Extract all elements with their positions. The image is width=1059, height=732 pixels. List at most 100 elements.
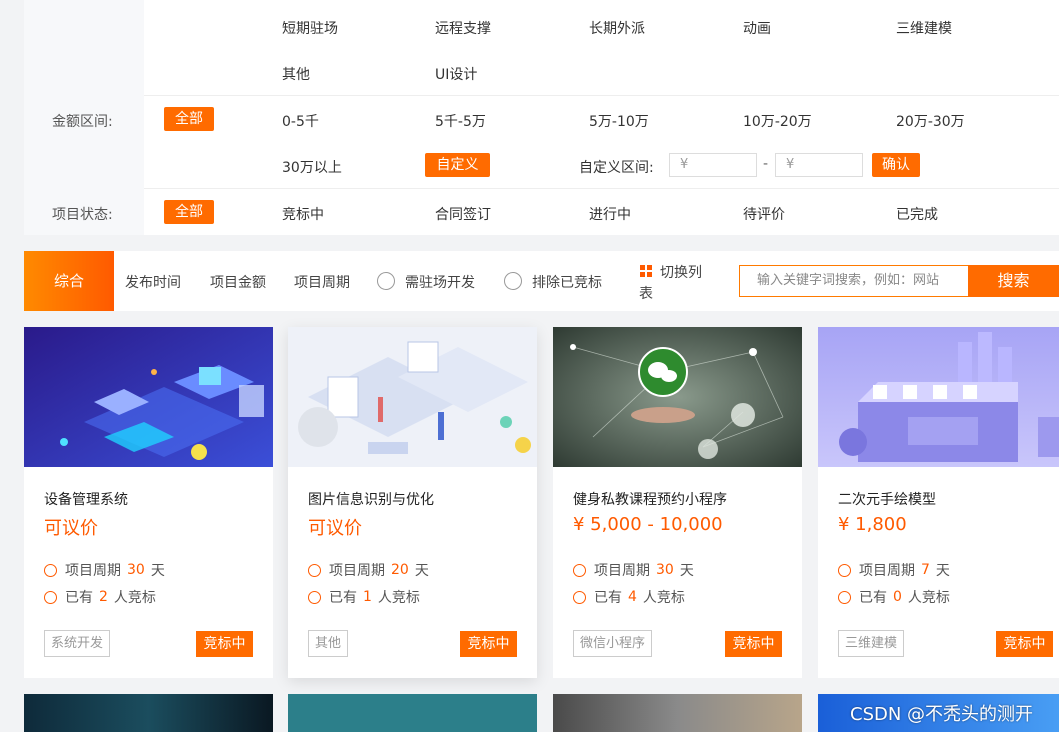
period-label: 项目周期 [859, 563, 915, 579]
card-image-device-management[interactable] [24, 327, 273, 467]
amount-all-button[interactable]: 全部 [164, 107, 214, 131]
card-period: 项目周期 30 天 [44, 560, 165, 580]
period-label: 项目周期 [65, 563, 121, 579]
period-value: 30 [127, 562, 145, 578]
card-image-partial[interactable] [553, 694, 802, 732]
bid-icon [838, 590, 851, 604]
card-image-partial[interactable] [288, 694, 537, 732]
status-badge: 竞标中 [460, 631, 517, 657]
card-period: 项目周期 7 天 [838, 560, 950, 580]
period-unit: 天 [150, 563, 165, 579]
card-price: ¥ 1,800 [838, 514, 907, 535]
divider [144, 188, 1059, 189]
sort-toolbar: 综合 发布时间 项目金额 项目周期 需驻场开发 排除已竞标 切换列 表 输入关键… [24, 251, 1059, 311]
amount-option[interactable]: 10万-20万 [743, 111, 812, 131]
project-card[interactable]: 二次元手绘模型 ¥ 1,800 项目周期 7 天 已有 0 人竞标 三维建模 竞… [818, 327, 1059, 678]
status-badge: 竞标中 [196, 631, 253, 657]
confirm-range-button[interactable]: 确认 [872, 153, 920, 177]
list-view-icon[interactable] [640, 265, 652, 277]
card-image-image-recognition[interactable] [288, 327, 537, 467]
filter-type-ui[interactable]: UI设计 [435, 64, 477, 84]
card-image-partial[interactable] [24, 694, 273, 732]
card-image-anime-model[interactable] [818, 327, 1059, 467]
card-title[interactable]: 图片信息识别与优化 [308, 489, 434, 509]
category-tag[interactable]: 微信小程序 [573, 630, 653, 657]
category-tag[interactable]: 其他 [308, 630, 349, 657]
filter-type-remote[interactable]: 远程支撑 [435, 18, 491, 38]
filter-type-short-onsite[interactable]: 短期驻场 [282, 18, 338, 38]
exclude-bid-radio[interactable] [504, 272, 522, 290]
switch-list-label[interactable]: 切换列 [660, 262, 702, 282]
card-image-fitness-miniprogram[interactable] [553, 327, 802, 467]
filter-type-3d[interactable]: 三维建模 [896, 18, 952, 38]
card-bidders: 已有 0 人竞标 [838, 587, 950, 607]
status-option-contract[interactable]: 合同签订 [435, 204, 491, 224]
switch-list-label-2[interactable]: 表 [639, 283, 653, 303]
amount-option[interactable]: 0-5千 [282, 111, 319, 131]
bid-icon [573, 590, 586, 604]
status-badge: 竞标中 [996, 631, 1053, 657]
project-card[interactable]: 图片信息识别与优化 可议价 项目周期 20 天 已有 1 人竞标 其他 竞标中 [288, 327, 537, 678]
bid-suffix: 人竞标 [642, 590, 685, 606]
clock-icon [308, 563, 321, 577]
custom-range-button[interactable]: 自定义 [425, 153, 490, 177]
onsite-radio[interactable] [377, 272, 395, 290]
search-button[interactable]: 搜索 [968, 265, 1059, 297]
period-value: 30 [656, 562, 674, 578]
amount-option[interactable]: 5千-5万 [435, 111, 486, 131]
period-unit: 天 [679, 563, 694, 579]
project-card[interactable]: 设备管理系统 可议价 项目周期 30 天 已有 2 人竞标 系统开发 竞标中 [24, 327, 273, 678]
card-bidders: 已有 4 人竞标 [573, 587, 685, 607]
status-option-completed[interactable]: 已完成 [896, 204, 938, 224]
exclude-bid-radio-label[interactable]: 排除已竞标 [532, 272, 602, 292]
status-option-bidding[interactable]: 竞标中 [282, 204, 324, 224]
card-title[interactable]: 设备管理系统 [44, 489, 128, 509]
clock-icon [44, 563, 57, 577]
bid-count: 0 [893, 589, 902, 605]
bid-prefix: 已有 [329, 590, 357, 606]
search-input[interactable]: 输入关键字词搜索，例如：网站 [739, 265, 969, 297]
card-period: 项目周期 30 天 [573, 560, 694, 580]
bid-icon [44, 590, 57, 604]
status-option-pending-review[interactable]: 待评价 [743, 204, 785, 224]
sort-amount[interactable]: 项目金额 [210, 272, 266, 292]
card-price: ¥ 5,000 - 10,000 [573, 514, 723, 535]
filter-type-other[interactable]: 其他 [282, 64, 310, 84]
sort-publish-time[interactable]: 发布时间 [125, 272, 181, 292]
bid-prefix: 已有 [859, 590, 887, 606]
amount-option[interactable]: 20万-30万 [896, 111, 965, 131]
category-tag[interactable]: 系统开发 [44, 630, 111, 657]
watermark: CSDN @不秃头的测开 [850, 704, 1034, 725]
amount-option[interactable]: 5万-10万 [589, 111, 649, 131]
range-dash: - [763, 156, 769, 172]
amount-option-over[interactable]: 30万以上 [282, 157, 342, 177]
clock-icon [838, 563, 851, 577]
period-value: 20 [391, 562, 409, 578]
divider [144, 95, 1059, 96]
min-amount-input[interactable]: ¥ [669, 153, 757, 177]
category-tag[interactable]: 三维建模 [838, 630, 905, 657]
filter-panel: 短期驻场 远程支撑 长期外派 动画 三维建模 其他 UI设计 金额区间: 全部 … [24, 0, 1059, 235]
tab-comprehensive[interactable]: 综合 [24, 251, 114, 311]
bid-icon [308, 590, 321, 604]
card-price: 可议价 [44, 518, 98, 539]
onsite-radio-label[interactable]: 需驻场开发 [405, 272, 475, 292]
period-label: 项目周期 [329, 563, 385, 579]
card-title[interactable]: 健身私教课程预约小程序 [573, 489, 727, 509]
filter-type-animation[interactable]: 动画 [743, 18, 771, 38]
custom-range-label: 自定义区间: [579, 160, 654, 176]
max-amount-input[interactable]: ¥ [775, 153, 863, 177]
filter-type-long-term[interactable]: 长期外派 [589, 18, 645, 38]
period-unit: 天 [935, 563, 950, 579]
card-title[interactable]: 二次元手绘模型 [838, 489, 936, 509]
period-value: 7 [921, 562, 930, 578]
status-all-button[interactable]: 全部 [164, 200, 214, 224]
bid-suffix: 人竞标 [113, 590, 156, 606]
sort-period[interactable]: 项目周期 [294, 272, 350, 292]
card-price: 可议价 [308, 518, 362, 539]
project-card[interactable]: 健身私教课程预约小程序 ¥ 5,000 - 10,000 项目周期 30 天 已… [553, 327, 802, 678]
card-period: 项目周期 20 天 [308, 560, 429, 580]
status-option-in-progress[interactable]: 进行中 [589, 204, 631, 224]
bid-count: 2 [99, 589, 108, 605]
clock-icon [573, 563, 586, 577]
